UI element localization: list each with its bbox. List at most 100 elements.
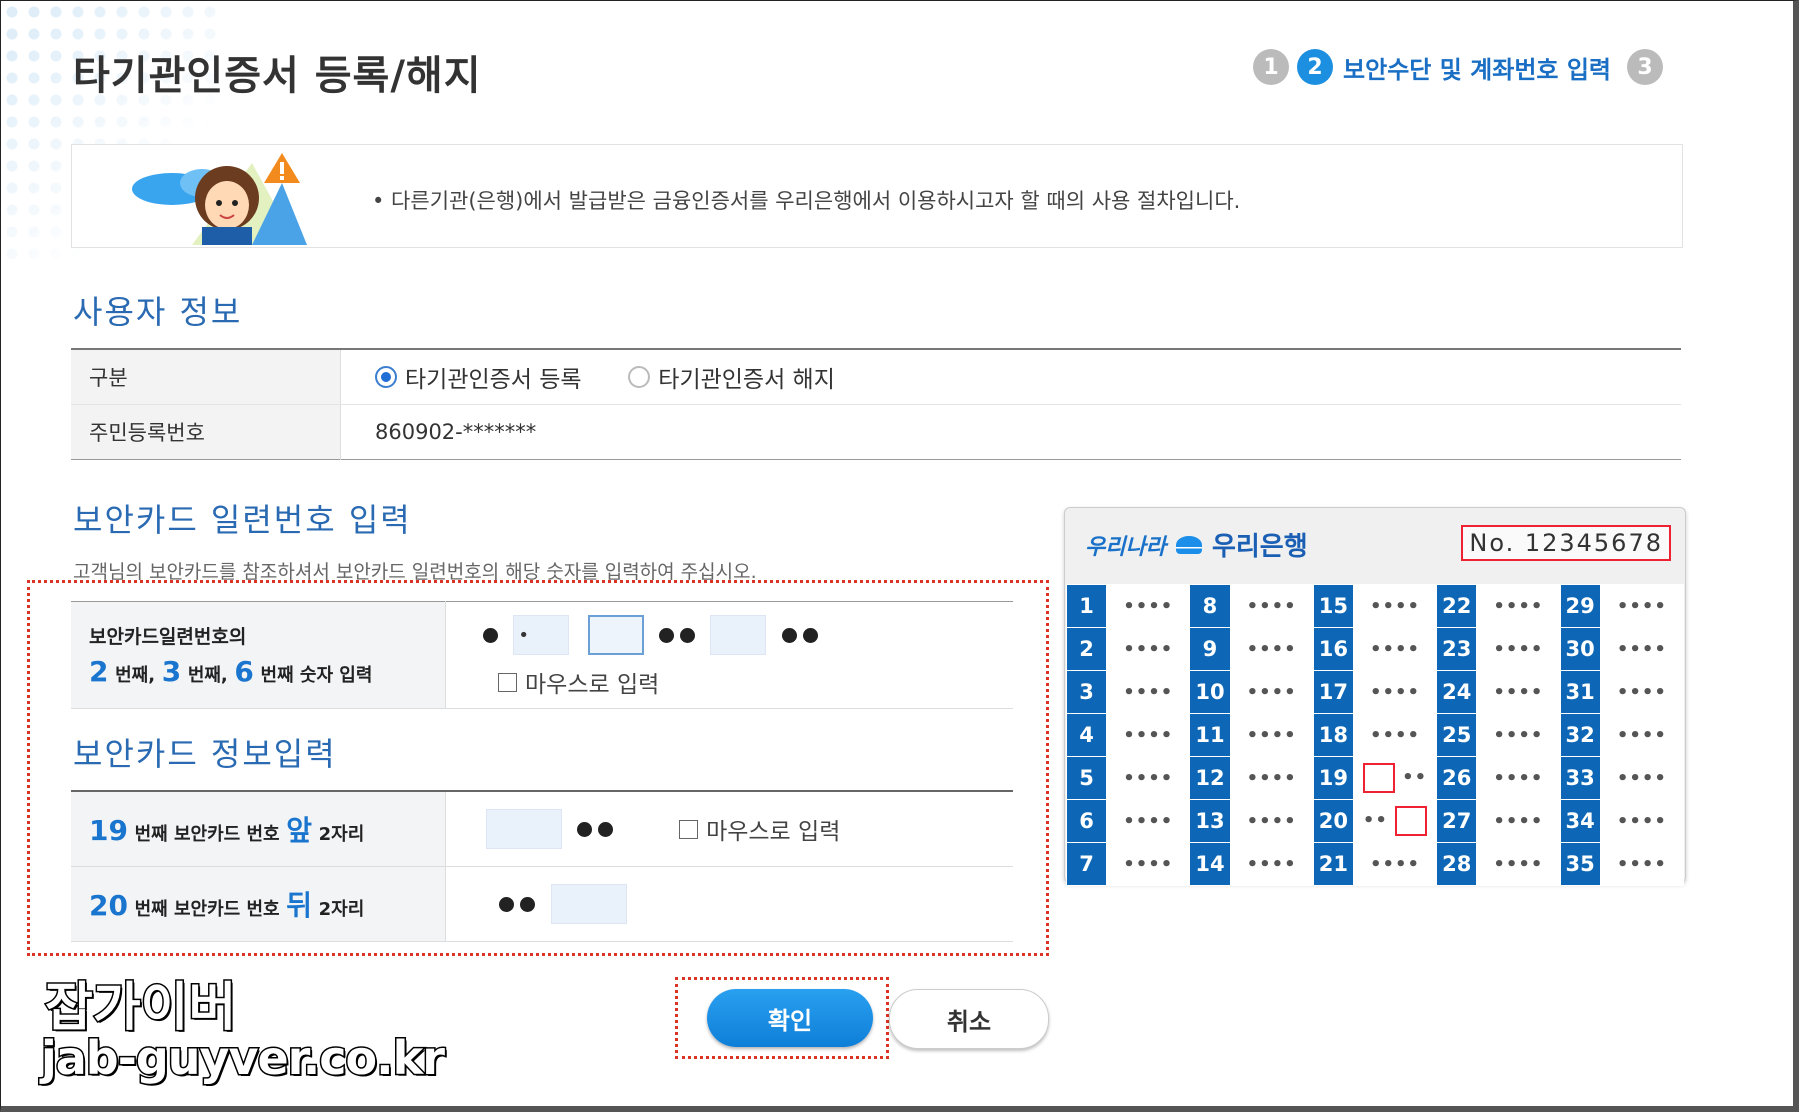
card-cell-number: 17 (1312, 670, 1354, 714)
serial-mouse-label[interactable]: 마우스로 입력 (525, 672, 659, 698)
masked-digit (577, 821, 593, 837)
card-grid-row: 2 •••• 9 •••• 16 •••• 23 •••• 30 •••• (1065, 627, 1685, 671)
card-20-back-input[interactable] (550, 884, 627, 924)
register-radio[interactable] (375, 366, 397, 388)
rrn-label: 주민등록번호 (71, 404, 341, 460)
card-cell-number: 2 (1065, 627, 1108, 671)
card-cell-code: •••• (1106, 713, 1191, 757)
card-cell-code: •••• (1106, 842, 1191, 886)
card-serial-number: No. 12345678 (1461, 525, 1671, 561)
cancel-radio[interactable] (628, 366, 651, 388)
serial-table: 보안카드일련번호의 2 번째, 3 번째, 6 번째 숫자 입력 • 마우스로 … (71, 601, 1013, 709)
card-mouse-label[interactable]: 마우스로 입력 (706, 819, 840, 845)
card-mouse-checkbox[interactable] (679, 819, 699, 839)
woori-logo-icon (1175, 535, 1202, 554)
card-row1-pos: 앞 (286, 814, 312, 847)
masked-digit (781, 627, 797, 643)
serial-digit-6-input[interactable] (710, 615, 767, 655)
card-cell-code: •• (1352, 756, 1438, 800)
card-row1-label: 19 번째 보안카드 번호 앞 2자리 (71, 791, 446, 867)
card-cell-number: 5 (1065, 756, 1108, 800)
serial-label-line1: 보안카드일련번호의 (89, 626, 247, 648)
card-cell-code: •••• (1476, 756, 1561, 800)
card-cell-number: 21 (1312, 842, 1354, 886)
card-cell-code: •••• (1599, 756, 1685, 800)
card-bank-name: 우리은행 (1211, 532, 1308, 562)
highlight-box-20-back (1395, 806, 1428, 836)
card-cell-number: 20 (1312, 799, 1354, 843)
card-grid-row: 3 •••• 10 •••• 17 •••• 24 •••• 31 •••• (1065, 670, 1685, 714)
masked-digit (598, 821, 614, 837)
card-cell-code: •••• (1229, 584, 1314, 628)
confirm-button[interactable]: 확인 (707, 989, 873, 1047)
card-cell-number: 29 (1559, 584, 1601, 628)
card-cell-code: •••• (1352, 627, 1438, 671)
card-cell-code: •••• (1599, 627, 1685, 671)
serial-num-3: 3 (161, 655, 182, 688)
card-cell-number: 30 (1559, 627, 1601, 671)
masked-digit (520, 896, 536, 912)
card-cell-number: 12 (1189, 756, 1231, 800)
card-cell-number: 34 (1559, 799, 1601, 843)
step-3-badge: 3 (1627, 49, 1663, 85)
card-cell-code: •••• (1476, 842, 1561, 886)
card-cell-code: •••• (1599, 799, 1685, 843)
card-cell-number: 1 (1065, 584, 1108, 628)
serial-num-6: 6 (234, 655, 254, 688)
type-label: 구분 (71, 349, 341, 405)
card-code-grid: 1 •••• 8 •••• 15 •••• 22 •••• 29 •••• 2 •••• 9 •••• 16… (1065, 584, 1685, 886)
card-cell-code: •••• (1106, 584, 1191, 628)
card-cell-code: •••• (1476, 713, 1561, 757)
card-cell-number: 33 (1559, 756, 1601, 800)
user-info-table: 구분 타기관인증서 등록 타기관인증서 해지 주민등록번호 860902-***… (71, 348, 1681, 460)
card-row2-input-cell (445, 866, 1013, 942)
card-row1-num: 19 (89, 814, 128, 847)
card-info-title: 보안카드 정보입력 (73, 735, 337, 773)
serial-input-cell: • 마우스로 입력 (445, 601, 1013, 709)
card-row1-input-cell: 마우스로 입력 (445, 791, 1013, 867)
step-2-label: 보안수단 및 계좌번호 입력 (1343, 55, 1611, 84)
serial-digit-3-input[interactable] (587, 615, 644, 655)
card-grid-row: 6 •••• 13 •••• 20 •• 27 •••• 34 •••• (1065, 799, 1685, 843)
card-cell-number: 3 (1065, 670, 1108, 714)
card-header: 우리나라 우리은행 (1085, 526, 1308, 563)
card-cell-code: •••• (1599, 670, 1685, 714)
cancel-radio-label[interactable]: 타기관인증서 해지 (658, 367, 835, 393)
card-cell-code: •••• (1599, 584, 1685, 628)
card-grid-row: 5 •••• 12 •••• 19 •• 26 •••• 33 •••• (1065, 756, 1685, 800)
card-row2-label: 20 번째 보안카드 번호 뒤 2자리 (71, 866, 446, 942)
rrn-value: 860902-******* (375, 420, 537, 444)
type-options: 타기관인증서 등록 타기관인증서 해지 (340, 349, 1681, 405)
serial-label-cell: 보안카드일련번호의 2 번째, 3 번째, 6 번째 숫자 입력 (71, 601, 446, 709)
serial-num-2: 2 (89, 655, 109, 688)
step-indicator: 1 2 보안수단 및 계좌번호 입력 3 (1253, 49, 1663, 85)
card-cell-number: 24 (1436, 670, 1478, 714)
card-grid-row: 7 •••• 14 •••• 21 •••• 28 •••• 35 •••• (1065, 842, 1685, 886)
card-19-front-input[interactable] (486, 809, 562, 849)
card-row2-mid: 번째 보안카드 번호 (134, 899, 280, 920)
card-cell-number: 35 (1559, 842, 1601, 886)
card-cell-code: •••• (1476, 670, 1561, 714)
serial-mouse-checkbox[interactable] (498, 672, 517, 692)
register-radio-label[interactable]: 타기관인증서 등록 (405, 367, 582, 393)
card-cell-number: 22 (1436, 584, 1478, 628)
card-cell-number: 9 (1189, 627, 1231, 671)
cancel-button[interactable]: 취소 (889, 989, 1049, 1049)
card-cell-number: 4 (1065, 713, 1108, 757)
card-cell-code: •••• (1106, 627, 1191, 671)
masked-digit (802, 627, 818, 643)
card-cell-number: 11 (1189, 713, 1231, 757)
card-cell-code: •••• (1352, 842, 1438, 886)
card-cell-number: 23 (1436, 627, 1478, 671)
serial-digit-2-input[interactable]: • (513, 615, 570, 655)
card-cell-number: 32 (1559, 713, 1601, 757)
watermark-title: 잡가이버 (43, 977, 237, 1040)
serial-section-title: 보안카드 일련번호 입력 (73, 501, 412, 539)
masked-digit (659, 627, 675, 643)
card-cell-number: 14 (1189, 842, 1231, 886)
serial-word-last: 번째 숫자 입력 (260, 665, 373, 686)
card-cell-number: 13 (1189, 799, 1231, 843)
masked-digit (499, 896, 515, 912)
card-cell-code: •••• (1229, 756, 1314, 800)
card-cell-code: •••• (1229, 799, 1314, 843)
